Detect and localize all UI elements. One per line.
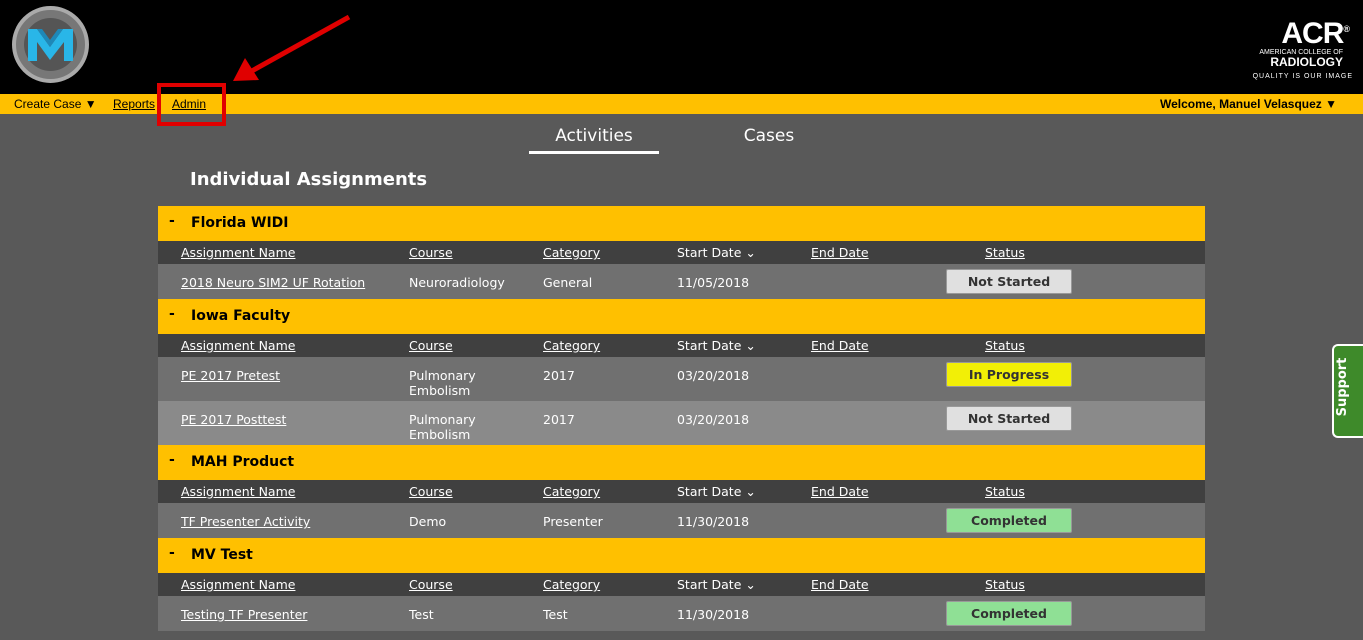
assignment-group: - Iowa Faculty Assignment Name Course Ca… bbox=[158, 299, 1205, 445]
col-course[interactable]: Course bbox=[409, 577, 453, 592]
col-course[interactable]: Course bbox=[409, 245, 453, 260]
user-menu[interactable]: Welcome, Manuel Velasquez ▼ bbox=[1160, 97, 1337, 111]
col-status[interactable]: Status bbox=[985, 484, 1025, 499]
assignment-group: - MV Test Assignment Name Course Categor… bbox=[158, 538, 1205, 631]
table-row: 2018 Neuro SIM2 UF Rotation Neuroradiolo… bbox=[158, 264, 1205, 299]
col-assignment-name[interactable]: Assignment Name bbox=[181, 245, 295, 260]
col-start-date[interactable]: Start Date ⌄ bbox=[677, 577, 756, 592]
assignment-link[interactable]: TF Presenter Activity bbox=[181, 514, 310, 529]
assignment-link[interactable]: 2018 Neuro SIM2 UF Rotation bbox=[181, 275, 365, 290]
start-date-cell: 11/05/2018 bbox=[677, 275, 750, 290]
column-header-row: Assignment Name Course Category Start Da… bbox=[158, 480, 1205, 503]
col-category[interactable]: Category bbox=[543, 338, 600, 353]
course-cell: Pulmonary Embolism bbox=[409, 412, 476, 442]
column-header-row: Assignment Name Course Category Start Da… bbox=[158, 334, 1205, 357]
course-cell: Pulmonary Embolism bbox=[409, 368, 476, 398]
col-status[interactable]: Status bbox=[985, 245, 1025, 260]
assignment-link[interactable]: PE 2017 Pretest bbox=[181, 368, 280, 383]
col-start-date[interactable]: Start Date ⌄ bbox=[677, 338, 756, 353]
table-row: TF Presenter Activity Demo Presenter 11/… bbox=[158, 503, 1205, 538]
group-header[interactable]: - Iowa Faculty bbox=[158, 299, 1205, 334]
status-button[interactable]: Not Started bbox=[946, 406, 1072, 431]
col-end-date[interactable]: End Date bbox=[811, 484, 869, 499]
table-row: PE 2017 Posttest Pulmonary Embolism 2017 … bbox=[158, 401, 1205, 445]
column-header-row: Assignment Name Course Category Start Da… bbox=[158, 241, 1205, 264]
table-row: Testing TF Presenter Test Test 11/30/201… bbox=[158, 596, 1205, 631]
status-button[interactable]: Not Started bbox=[946, 269, 1072, 294]
col-course[interactable]: Course bbox=[409, 338, 453, 353]
col-end-date[interactable]: End Date bbox=[811, 577, 869, 592]
acr-logo: ACR® AMERICAN COLLEGE OF RADIOLOGY QUALI… bbox=[1243, 14, 1353, 81]
tab-activities[interactable]: Activities bbox=[529, 126, 659, 154]
col-assignment-name[interactable]: Assignment Name bbox=[181, 577, 295, 592]
collapse-icon[interactable]: - bbox=[169, 213, 175, 229]
group-name: Iowa Faculty bbox=[191, 308, 291, 324]
acr-tagline: QUALITY IS OUR IMAGE bbox=[1252, 73, 1353, 80]
course-cell: Test bbox=[409, 607, 434, 622]
column-header-row: Assignment Name Course Category Start Da… bbox=[158, 573, 1205, 596]
assignment-link[interactable]: PE 2017 Posttest bbox=[181, 412, 286, 427]
col-start-date[interactable]: Start Date ⌄ bbox=[677, 245, 756, 260]
collapse-icon[interactable]: - bbox=[169, 306, 175, 322]
course-line: Embolism bbox=[409, 427, 471, 442]
m-logo-icon bbox=[28, 29, 73, 61]
group-header[interactable]: - Florida WIDI bbox=[158, 206, 1205, 241]
course-line: Pulmonary bbox=[409, 412, 476, 427]
support-label: Support bbox=[1335, 357, 1350, 417]
section-title: Individual Assignments bbox=[190, 169, 428, 190]
reports-link[interactable]: Reports bbox=[113, 97, 155, 111]
collapse-icon[interactable]: - bbox=[169, 545, 175, 561]
acr-radiology: RADIOLOGY bbox=[1270, 55, 1343, 69]
annotation-highlight-box bbox=[157, 83, 226, 126]
acr-logo-text: ACR bbox=[1281, 17, 1344, 50]
collapse-icon[interactable]: - bbox=[169, 452, 175, 468]
group-name: MV Test bbox=[191, 547, 253, 563]
app-logo[interactable] bbox=[12, 6, 89, 83]
category-cell: General bbox=[543, 275, 593, 290]
col-assignment-name[interactable]: Assignment Name bbox=[181, 484, 295, 499]
course-line: Pulmonary bbox=[409, 368, 476, 383]
start-date-cell: 11/30/2018 bbox=[677, 514, 750, 529]
annotation-arrow-icon bbox=[233, 14, 351, 81]
create-case-menu[interactable]: Create Case ▼ bbox=[14, 97, 97, 111]
col-start-date[interactable]: Start Date ⌄ bbox=[677, 484, 756, 499]
group-header[interactable]: - MAH Product bbox=[158, 445, 1205, 480]
col-end-date[interactable]: End Date bbox=[811, 245, 869, 260]
group-header[interactable]: - MV Test bbox=[158, 538, 1205, 573]
category-cell: 2017 bbox=[543, 412, 575, 427]
table-row: PE 2017 Pretest Pulmonary Embolism 2017 0… bbox=[158, 357, 1205, 401]
status-button[interactable]: Completed bbox=[946, 508, 1072, 533]
col-status[interactable]: Status bbox=[985, 577, 1025, 592]
col-category[interactable]: Category bbox=[543, 577, 600, 592]
assignment-group: - MAH Product Assignment Name Course Cat… bbox=[158, 445, 1205, 538]
start-date-cell: 03/20/2018 bbox=[677, 368, 750, 383]
col-status[interactable]: Status bbox=[985, 338, 1025, 353]
col-end-date[interactable]: End Date bbox=[811, 338, 869, 353]
status-button[interactable]: Completed bbox=[946, 601, 1072, 626]
top-header: ACR® AMERICAN COLLEGE OF RADIOLOGY QUALI… bbox=[0, 0, 1363, 94]
assignment-group: - Florida WIDI Assignment Name Course Ca… bbox=[158, 206, 1205, 299]
category-cell: Test bbox=[543, 607, 568, 622]
assignment-link[interactable]: Testing TF Presenter bbox=[181, 607, 307, 622]
course-line: Embolism bbox=[409, 383, 471, 398]
course-cell: Neuroradiology bbox=[409, 275, 505, 290]
col-course[interactable]: Course bbox=[409, 484, 453, 499]
support-tab[interactable]: Support bbox=[1332, 344, 1363, 438]
col-category[interactable]: Category bbox=[543, 484, 600, 499]
col-assignment-name[interactable]: Assignment Name bbox=[181, 338, 295, 353]
status-button[interactable]: In Progress bbox=[946, 362, 1072, 387]
start-date-cell: 03/20/2018 bbox=[677, 412, 750, 427]
tab-cases[interactable]: Cases bbox=[704, 126, 834, 146]
category-cell: Presenter bbox=[543, 514, 603, 529]
group-name: Florida WIDI bbox=[191, 215, 289, 231]
group-name: MAH Product bbox=[191, 454, 295, 470]
registered-mark: ® bbox=[1343, 24, 1350, 34]
start-date-cell: 11/30/2018 bbox=[677, 607, 750, 622]
course-cell: Demo bbox=[409, 514, 447, 529]
col-category[interactable]: Category bbox=[543, 245, 600, 260]
category-cell: 2017 bbox=[543, 368, 575, 383]
